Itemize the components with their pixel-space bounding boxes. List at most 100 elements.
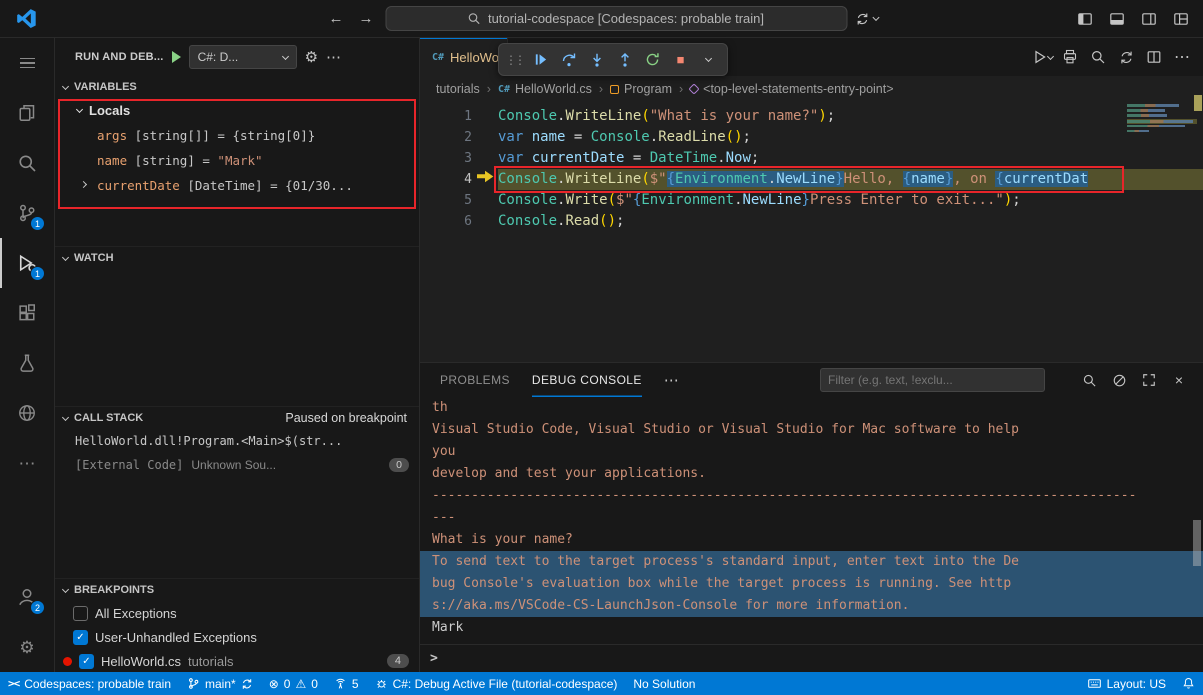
sidebar-item-remote-explorer[interactable] [0, 388, 54, 438]
line-number[interactable]: 6 [420, 211, 498, 232]
expand-chevron-icon[interactable] [80, 181, 87, 188]
solution-indicator[interactable]: No Solution [625, 672, 703, 695]
run-file-button[interactable] [1031, 46, 1053, 68]
breadcrumb-symbol[interactable]: <top-level-statements-entry-point> [690, 82, 893, 96]
breakpoint-checkbox[interactable] [73, 606, 88, 621]
more-views-icon[interactable]: ⋯ [0, 438, 54, 488]
line-number[interactable]: 4 [420, 169, 498, 190]
callstack-section-header[interactable]: CALL STACK Paused on breakpoint [55, 407, 419, 429]
sidebar-item-search[interactable] [0, 138, 54, 188]
variable-row[interactable]: name [string] = "Mark" [55, 148, 419, 173]
configure-gear-icon[interactable]: ⚙ [305, 50, 318, 65]
search-editor-icon[interactable] [1087, 46, 1109, 68]
step-into-button[interactable] [584, 47, 609, 72]
line-number[interactable]: 3 [420, 148, 498, 169]
tab-debug-console[interactable]: DEBUG CONSOLE [532, 363, 642, 397]
code-line[interactable]: 3var currentDate = DateTime.Now; [420, 148, 1203, 169]
debug-console-input[interactable] [445, 651, 1203, 666]
keyboard-layout-indicator[interactable]: Layout: US [1079, 672, 1174, 695]
debug-session-dropdown[interactable] [696, 47, 721, 72]
clear-console-icon[interactable] [1109, 370, 1129, 390]
settings-gear-icon[interactable]: ⚙ [0, 622, 54, 672]
codespace-sync-dropdown[interactable] [855, 12, 878, 26]
debug-session-indicator[interactable]: C#: Debug Active File (tutorial-codespac… [367, 672, 626, 695]
breakpoint-row[interactable]: ✓User-Unhandled Exceptions [55, 625, 419, 649]
maximize-panel-icon[interactable] [1139, 370, 1159, 390]
line-number[interactable]: 5 [420, 190, 498, 211]
code-line[interactable]: 6Console.Read(); [420, 211, 1203, 232]
command-center-search[interactable]: tutorial-codespace [Codespaces: probable… [385, 6, 847, 31]
toggle-panel-icon[interactable] [1107, 9, 1127, 29]
sidebar-item-testing[interactable] [0, 338, 54, 388]
locals-scope-row[interactable]: Locals [55, 98, 419, 123]
more-actions-icon[interactable]: ⋯ [1171, 46, 1193, 68]
forward-button[interactable]: → [355, 10, 377, 27]
sync-icon [241, 678, 253, 690]
variables-section-header[interactable]: VARIABLES [55, 76, 419, 98]
panel-more-tabs-icon[interactable]: ⋯ [664, 371, 679, 389]
chevron-down-icon [62, 82, 69, 89]
editor-tabs: C# HelloWorld.cs ⋯ ⋮⋮ ■ [420, 38, 1203, 76]
breakpoint-row[interactable]: ✓HelloWorld.cstutorials4 [55, 649, 419, 672]
step-over-button[interactable] [556, 47, 581, 72]
code-line[interactable]: 2var name = Console.ReadLine(); [420, 127, 1203, 148]
start-debug-button[interactable] [172, 51, 181, 63]
breakpoint-checkbox[interactable]: ✓ [79, 654, 94, 669]
breakpoints-section-header[interactable]: BREAKPOINTS [55, 579, 419, 601]
problems-indicator[interactable]: ⊗ 0 ⚠ 0 [261, 672, 326, 695]
toggle-secondary-sidebar-icon[interactable] [1139, 9, 1159, 29]
remote-indicator[interactable]: >< Codespaces: probable train [0, 672, 179, 695]
variable-row[interactable]: args [string[]] = {string[0]} [55, 123, 419, 148]
ports-indicator[interactable]: 5 [326, 672, 367, 695]
console-filter[interactable] [820, 368, 1045, 392]
line-number[interactable]: 2 [420, 127, 498, 148]
filter-input[interactable] [828, 373, 1037, 387]
close-panel-icon[interactable]: × [1169, 370, 1189, 390]
menu-icon[interactable] [0, 38, 54, 88]
stack-frame[interactable]: HelloWorld.dll!Program.<Main>$(str... [55, 429, 419, 453]
back-button[interactable]: ← [325, 10, 347, 27]
restart-button[interactable] [640, 47, 665, 72]
toggle-sidebar-icon[interactable] [1075, 9, 1095, 29]
bell-icon [1182, 677, 1195, 690]
callstack-list: HelloWorld.dll!Program.<Main>$(str...[Ex… [55, 429, 419, 477]
drag-handle-icon[interactable]: ⋮⋮ [505, 53, 523, 67]
code-line[interactable]: 1Console.WriteLine("What is your name?")… [420, 106, 1203, 127]
debug-views-more-icon[interactable]: ⋯ [326, 50, 341, 65]
breakpoint-row[interactable]: All Exceptions [55, 601, 419, 625]
branch-indicator[interactable]: main* [179, 672, 261, 695]
breadcrumb-class[interactable]: Program [610, 82, 672, 96]
breadcrumb-folder[interactable]: tutorials [436, 82, 480, 96]
code-editor[interactable]: 1Console.WriteLine("What is your name?")… [420, 102, 1203, 362]
breadcrumb-label: HelloWorld.cs [515, 82, 592, 96]
sidebar-item-extensions[interactable] [0, 288, 54, 338]
breadcrumb-file[interactable]: C#HelloWorld.cs [498, 82, 592, 96]
stop-button[interactable]: ■ [668, 47, 693, 72]
debug-config-select[interactable]: C#: D... [189, 45, 297, 69]
customize-layout-icon[interactable] [1171, 9, 1191, 29]
keyboard-icon [1087, 676, 1102, 691]
continue-button[interactable] [528, 47, 553, 72]
sidebar-item-run-debug[interactable]: 1 [0, 238, 54, 288]
tab-problems[interactable]: PROBLEMS [440, 363, 510, 397]
step-out-button[interactable] [612, 47, 637, 72]
accounts-icon[interactable]: 2 [0, 572, 54, 622]
variable-row[interactable]: currentDate [DateTime] = {01/30... [55, 173, 419, 198]
panel-search-icon[interactable] [1079, 370, 1099, 390]
tab-helloworld[interactable]: C# HelloWorld.cs [420, 38, 508, 76]
breakpoint-checkbox[interactable]: ✓ [73, 630, 88, 645]
code-line[interactable]: 4Console.WriteLine($"{Environment.NewLin… [420, 169, 1203, 190]
split-editor-icon[interactable] [1143, 46, 1165, 68]
code-line[interactable]: 5Console.Write($"{Environment.NewLine}Pr… [420, 190, 1203, 211]
sidebar-item-source-control[interactable]: 1 [0, 188, 54, 238]
console-scrollbar-thumb[interactable] [1193, 520, 1201, 566]
notifications-bell[interactable] [1174, 672, 1203, 695]
chevron-down-icon [1046, 52, 1053, 59]
sidebar-item-explorer[interactable] [0, 88, 54, 138]
print-icon[interactable] [1059, 46, 1081, 68]
line-number[interactable]: 1 [420, 106, 498, 127]
watch-section-header[interactable]: WATCH [55, 247, 419, 269]
minimap[interactable] [1127, 104, 1197, 135]
sync-icon[interactable] [1115, 46, 1137, 68]
stack-frame[interactable]: [External Code]Unknown Sou...0 [55, 453, 419, 477]
